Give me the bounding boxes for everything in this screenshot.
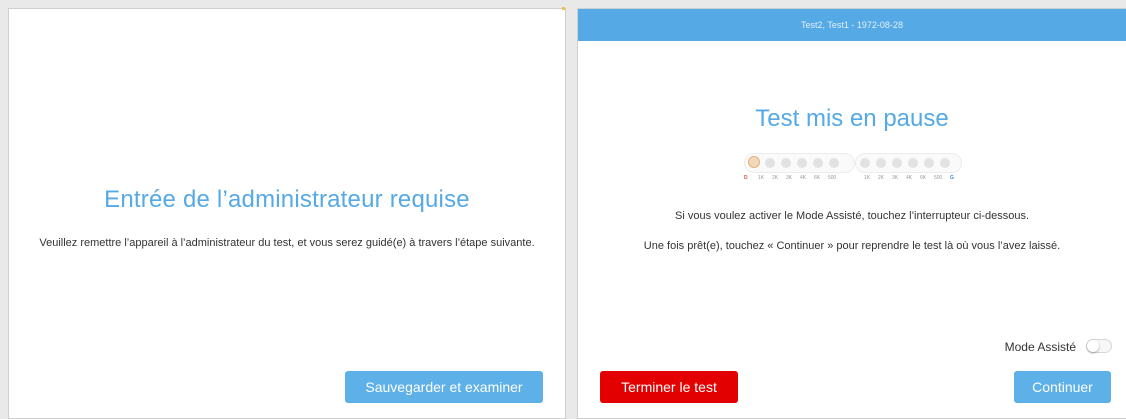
progress-dot bbox=[908, 158, 918, 168]
progress-dot bbox=[940, 158, 950, 168]
assist-mode-label: Mode Assisté bbox=[1004, 340, 1076, 354]
freq-tick: 3K bbox=[892, 175, 899, 181]
corner-marker bbox=[562, 7, 565, 10]
freq-tick: 2K bbox=[878, 175, 885, 181]
continue-button[interactable]: Continuer bbox=[1014, 371, 1111, 403]
admin-required-title: Entrée de l’administrateur requise bbox=[104, 186, 470, 213]
continue-instruction: Une fois prêt(e), touchez « Continuer » … bbox=[643, 240, 1061, 252]
progress-dot bbox=[797, 158, 807, 168]
frequency-ticks: D 1K 2K 3K 4K 6K 500 1K 2K 3K 4K 6K 500 … bbox=[744, 175, 964, 185]
progress-dot bbox=[892, 158, 902, 168]
progress-dot bbox=[860, 158, 870, 168]
toggle-knob bbox=[1087, 340, 1099, 352]
patient-header: Test2, Test1 - 1972-08-28 bbox=[578, 9, 1126, 41]
freq-tick: 500 bbox=[934, 175, 943, 181]
admin-required-panel: Entrée de l’administrateur requise Veuil… bbox=[8, 7, 566, 419]
freq-tick: 1K bbox=[864, 175, 871, 181]
freq-tick: 2K bbox=[772, 175, 779, 181]
freq-tick: 4K bbox=[800, 175, 807, 181]
freq-tick: 1K bbox=[758, 175, 765, 181]
left-ear-track bbox=[744, 153, 855, 173]
save-and-review-button[interactable]: Sauvegarder et examiner bbox=[345, 371, 543, 403]
test-paused-title: Test mis en pause bbox=[755, 105, 949, 132]
freq-tick: 3K bbox=[786, 175, 793, 181]
admin-required-message: Veuillez remettre l’appareil à l’adminis… bbox=[39, 237, 535, 249]
assist-mode-instruction: Si vous voulez activer le Mode Assisté, … bbox=[675, 210, 1029, 222]
progress-dot bbox=[924, 158, 934, 168]
freq-tick: 4K bbox=[906, 175, 913, 181]
progress-dot-active bbox=[748, 156, 760, 168]
audiogram-progress: D 1K 2K 3K 4K 6K 500 1K 2K 3K 4K 6K 500 … bbox=[744, 153, 964, 187]
progress-dot bbox=[876, 158, 886, 168]
assist-mode-toggle[interactable] bbox=[1086, 339, 1112, 353]
left-ear-label: D bbox=[744, 175, 748, 181]
progress-dot bbox=[765, 158, 775, 168]
freq-tick: 6K bbox=[814, 175, 821, 181]
freq-tick: 6K bbox=[920, 175, 927, 181]
freq-tick: 500 bbox=[828, 175, 837, 181]
right-ear-track bbox=[855, 153, 962, 173]
end-test-button[interactable]: Terminer le test bbox=[600, 371, 738, 403]
test-paused-panel: Test2, Test1 - 1972-08-28 Test mis en pa… bbox=[577, 8, 1126, 419]
progress-dot bbox=[781, 158, 791, 168]
right-ear-label: G bbox=[950, 175, 954, 181]
progress-dot bbox=[829, 158, 839, 168]
progress-dot bbox=[813, 158, 823, 168]
